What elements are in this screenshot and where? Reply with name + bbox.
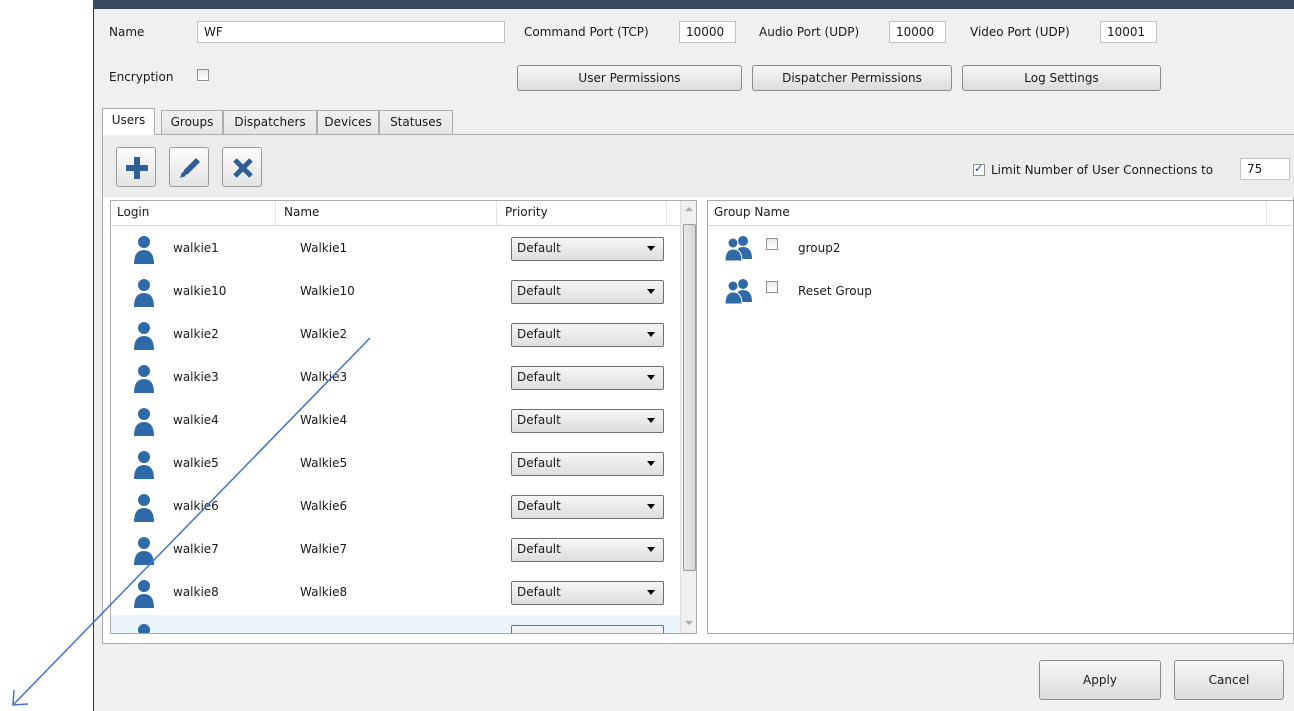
annotation-arrow — [12, 337, 371, 706]
